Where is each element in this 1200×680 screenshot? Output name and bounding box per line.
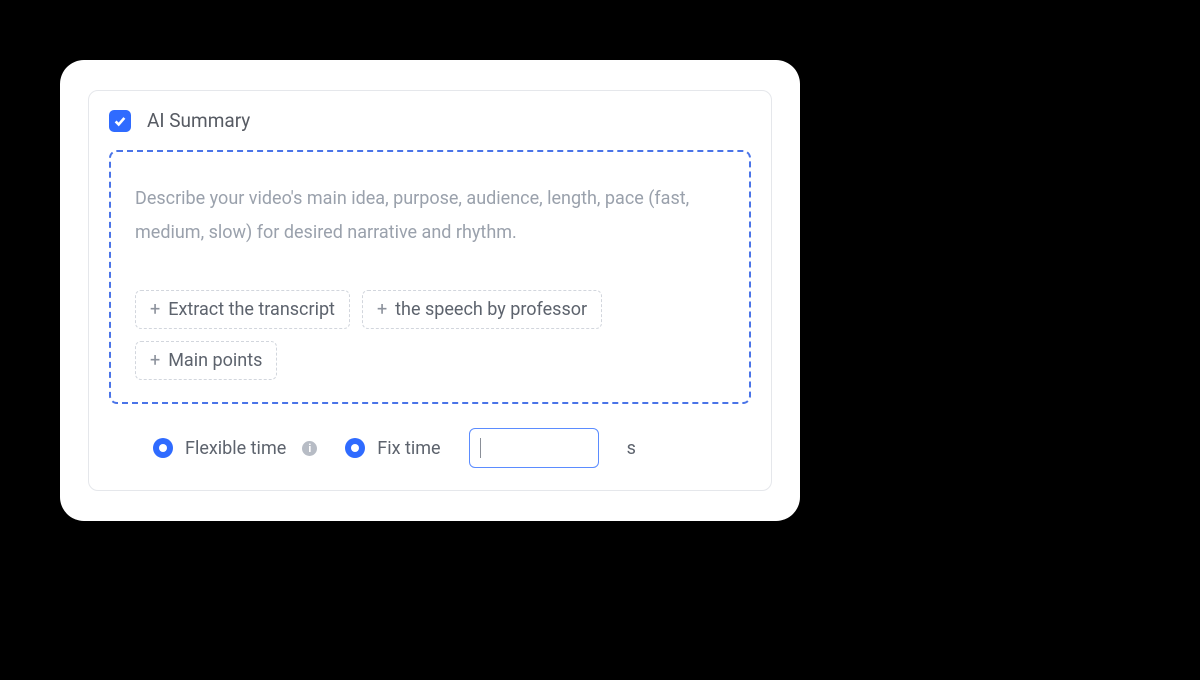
- radio-icon: [153, 438, 173, 458]
- ai-summary-title: AI Summary: [147, 109, 250, 132]
- prompt-placeholder: Describe your video's main idea, purpose…: [135, 182, 695, 250]
- chip-label: Main points: [168, 350, 262, 371]
- time-unit: s: [627, 438, 636, 459]
- plus-icon: +: [377, 299, 387, 320]
- suggestion-chips: + Extract the transcript + the speech by…: [135, 290, 725, 380]
- ai-summary-panel: AI Summary Describe your video's main id…: [88, 90, 772, 491]
- radio-flexible-time[interactable]: Flexible time i: [153, 438, 317, 459]
- plus-icon: +: [150, 299, 160, 320]
- text-cursor: [480, 438, 481, 458]
- chip-label: the speech by professor: [395, 299, 587, 320]
- chip-speech-professor[interactable]: + the speech by professor: [362, 290, 602, 329]
- chip-label: Extract the transcript: [168, 299, 335, 320]
- radio-label: Flexible time: [185, 438, 286, 459]
- prompt-textarea[interactable]: Describe your video's main idea, purpose…: [109, 150, 751, 404]
- radio-fix-time[interactable]: Fix time: [345, 438, 440, 459]
- header-row: AI Summary: [109, 109, 751, 132]
- chip-main-points[interactable]: + Main points: [135, 341, 277, 380]
- radio-label: Fix time: [377, 438, 440, 459]
- ai-summary-checkbox[interactable]: [109, 110, 131, 132]
- fix-time-input[interactable]: [469, 428, 599, 468]
- plus-icon: +: [150, 350, 160, 371]
- time-options-row: Flexible time i Fix time s: [109, 428, 751, 468]
- info-icon[interactable]: i: [302, 441, 317, 456]
- radio-icon: [345, 438, 365, 458]
- chip-extract-transcript[interactable]: + Extract the transcript: [135, 290, 350, 329]
- settings-card: AI Summary Describe your video's main id…: [60, 60, 800, 521]
